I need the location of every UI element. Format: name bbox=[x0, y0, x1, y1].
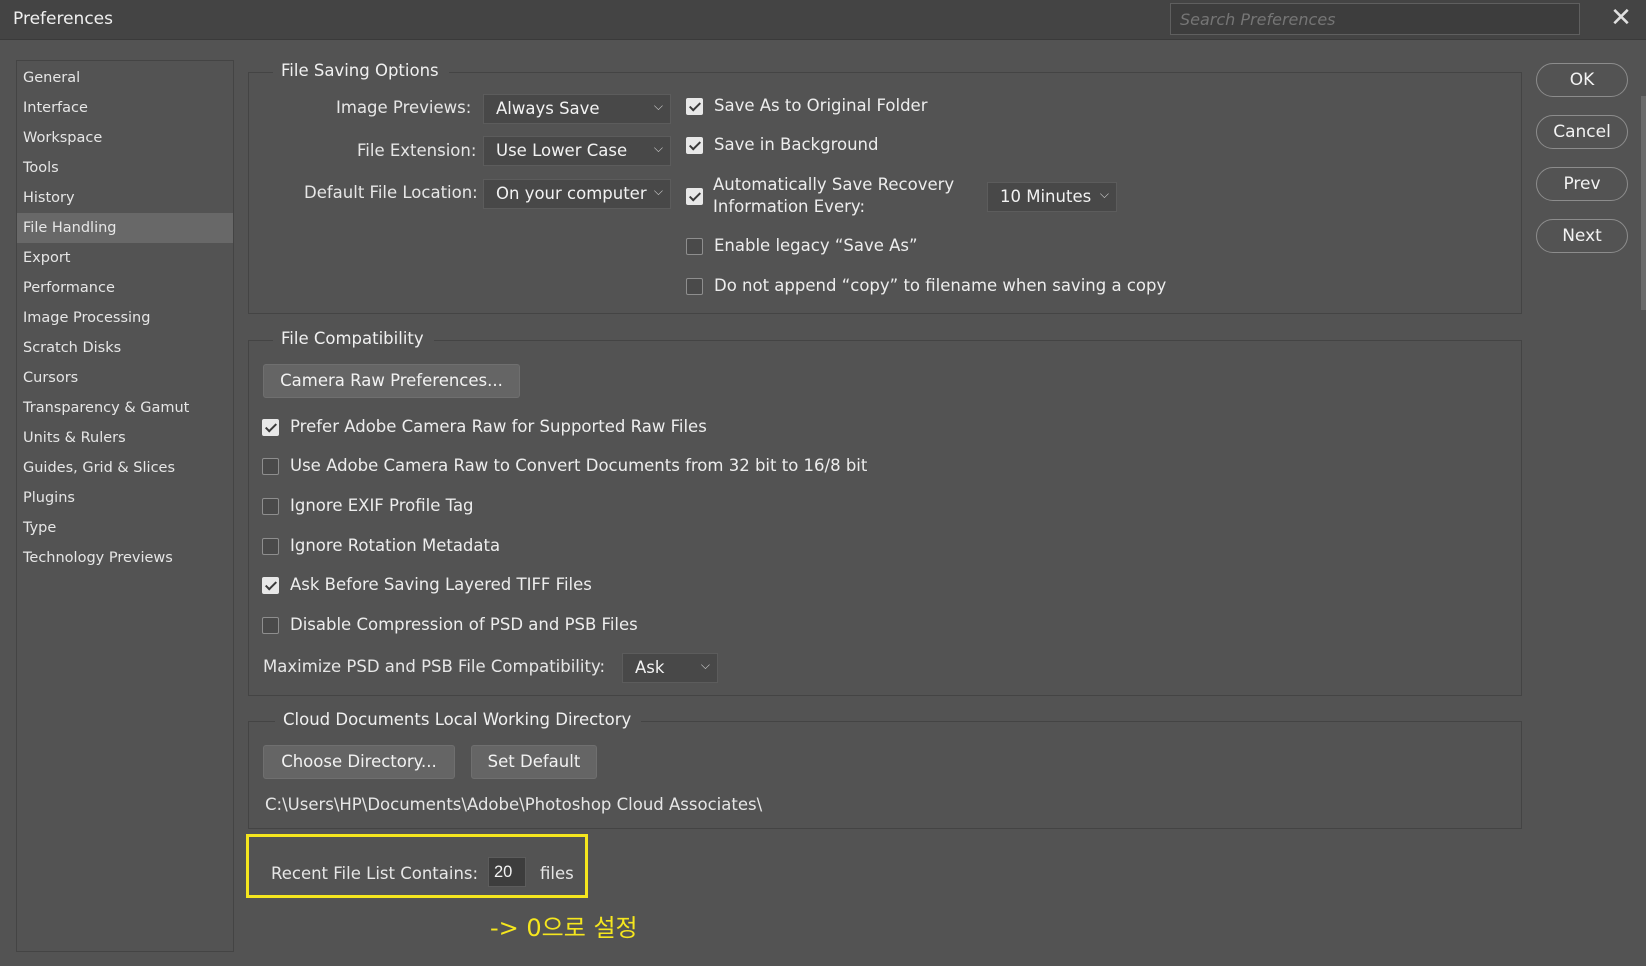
sidebar-item-performance[interactable]: Performance bbox=[17, 273, 233, 303]
no-copy-suffix-checkbox[interactable] bbox=[686, 278, 703, 295]
ask-layered-tiff-label: Ask Before Saving Layered TIFF Files bbox=[290, 575, 592, 594]
file-extension-label: File Extension: bbox=[357, 141, 477, 160]
auto-recovery-interval-select[interactable]: 10 Minutes ⌵ bbox=[987, 182, 1117, 212]
default-location-label: Default File Location: bbox=[304, 183, 478, 202]
sidebar-item-technology-previews[interactable]: Technology Previews bbox=[17, 543, 233, 573]
ignore-exif-label: Ignore EXIF Profile Tag bbox=[290, 496, 474, 515]
auto-recovery-label-line1: Automatically Save Recovery bbox=[713, 175, 955, 194]
legacy-save-as-checkbox[interactable] bbox=[686, 238, 703, 255]
sidebar-item-export[interactable]: Export bbox=[17, 243, 233, 273]
ignore-rotation-checkbox[interactable] bbox=[262, 538, 279, 555]
recent-file-count-input[interactable] bbox=[488, 857, 526, 887]
prefer-camera-raw-checkbox[interactable] bbox=[262, 419, 279, 436]
sidebar-item-general[interactable]: General bbox=[17, 63, 233, 93]
sidebar-item-plugins[interactable]: Plugins bbox=[17, 483, 233, 513]
cancel-button[interactable]: Cancel bbox=[1536, 115, 1628, 149]
save-original-folder-label: Save As to Original Folder bbox=[714, 96, 928, 115]
set-default-button[interactable]: Set Default bbox=[471, 745, 597, 779]
file-extension-value: Use Lower Case bbox=[496, 141, 628, 160]
image-previews-select[interactable]: Always Save ⌵ bbox=[483, 94, 671, 124]
cloud-directory-path: C:\Users\HP\Documents\Adobe\Photoshop Cl… bbox=[265, 795, 763, 814]
sidebar-item-scratch-disks[interactable]: Scratch Disks bbox=[17, 333, 233, 363]
recent-file-label: Recent File List Contains: bbox=[271, 864, 479, 883]
camera-raw-preferences-button[interactable]: Camera Raw Preferences... bbox=[263, 364, 520, 398]
sidebar-item-transparency-gamut[interactable]: Transparency & Gamut bbox=[17, 393, 233, 423]
ignore-rotation-label: Ignore Rotation Metadata bbox=[290, 536, 501, 555]
file-compatibility-legend: File Compatibility bbox=[273, 329, 434, 348]
sidebar-item-history[interactable]: History bbox=[17, 183, 233, 213]
sidebar-item-file-handling[interactable]: File Handling bbox=[17, 213, 233, 243]
file-saving-options-legend: File Saving Options bbox=[273, 61, 449, 80]
save-background-label: Save in Background bbox=[714, 135, 879, 154]
chevron-down-icon: ⌵ bbox=[700, 658, 710, 672]
auto-recovery-label-line2: Information Every: bbox=[713, 197, 866, 216]
disable-compression-checkbox[interactable] bbox=[262, 617, 279, 634]
save-original-folder-checkbox[interactable] bbox=[686, 98, 703, 115]
image-previews-label: Image Previews: bbox=[336, 98, 472, 117]
chevron-down-icon: ⌵ bbox=[1099, 187, 1109, 201]
maximize-compatibility-select[interactable]: Ask ⌵ bbox=[622, 653, 718, 683]
ask-layered-tiff-checkbox[interactable] bbox=[262, 577, 279, 594]
sidebar-item-tools[interactable]: Tools bbox=[17, 153, 233, 183]
window-title: Preferences bbox=[13, 9, 113, 29]
convert-32bit-label: Use Adobe Camera Raw to Convert Document… bbox=[290, 456, 868, 475]
prefer-camera-raw-label: Prefer Adobe Camera Raw for Supported Ra… bbox=[290, 417, 707, 436]
sidebar-item-guides-grid-slices[interactable]: Guides, Grid & Slices bbox=[17, 453, 233, 483]
ok-button[interactable]: OK bbox=[1536, 63, 1628, 97]
sidebar-item-type[interactable]: Type bbox=[17, 513, 233, 543]
chevron-down-icon: ⌵ bbox=[653, 99, 663, 113]
next-button[interactable]: Next bbox=[1536, 219, 1628, 253]
recent-file-suffix: files bbox=[540, 864, 574, 883]
convert-32bit-checkbox[interactable] bbox=[262, 458, 279, 475]
prev-button[interactable]: Prev bbox=[1536, 167, 1628, 201]
sidebar-item-units-rulers[interactable]: Units & Rulers bbox=[17, 423, 233, 453]
no-copy-suffix-label: Do not append “copy” to filename when sa… bbox=[714, 276, 1167, 295]
close-icon[interactable]: ✕ bbox=[1606, 3, 1636, 33]
save-background-checkbox[interactable] bbox=[686, 137, 703, 154]
title-bar: Preferences ✕ bbox=[0, 0, 1646, 40]
cloud-documents-legend: Cloud Documents Local Working Directory bbox=[275, 710, 642, 729]
sidebar-item-image-processing[interactable]: Image Processing bbox=[17, 303, 233, 333]
sidebar-item-workspace[interactable]: Workspace bbox=[17, 123, 233, 153]
annotation-text: -> 0으로 설정 bbox=[490, 914, 638, 942]
sidebar-item-cursors[interactable]: Cursors bbox=[17, 363, 233, 393]
disable-compression-label: Disable Compression of PSD and PSB Files bbox=[290, 615, 638, 634]
legacy-save-as-label: Enable legacy “Save As” bbox=[714, 236, 918, 255]
default-location-value: On your computer bbox=[496, 184, 647, 203]
default-location-select[interactable]: On your computer ⌵ bbox=[483, 179, 671, 209]
category-sidebar: General Interface Workspace Tools Histor… bbox=[16, 60, 234, 952]
auto-recovery-checkbox[interactable] bbox=[686, 188, 703, 205]
file-extension-select[interactable]: Use Lower Case ⌵ bbox=[483, 136, 671, 166]
auto-recovery-interval-value: 10 Minutes bbox=[1000, 187, 1092, 206]
ignore-exif-checkbox[interactable] bbox=[262, 498, 279, 515]
chevron-down-icon: ⌵ bbox=[653, 184, 663, 198]
chevron-down-icon: ⌵ bbox=[653, 141, 663, 155]
sidebar-item-interface[interactable]: Interface bbox=[17, 93, 233, 123]
maximize-compatibility-label: Maximize PSD and PSB File Compatibility: bbox=[263, 657, 606, 676]
maximize-compatibility-value: Ask bbox=[635, 658, 665, 677]
image-previews-value: Always Save bbox=[496, 99, 600, 118]
choose-directory-button[interactable]: Choose Directory... bbox=[263, 745, 455, 779]
search-input[interactable] bbox=[1170, 3, 1580, 35]
scrollbar-thumb[interactable] bbox=[1641, 96, 1646, 310]
